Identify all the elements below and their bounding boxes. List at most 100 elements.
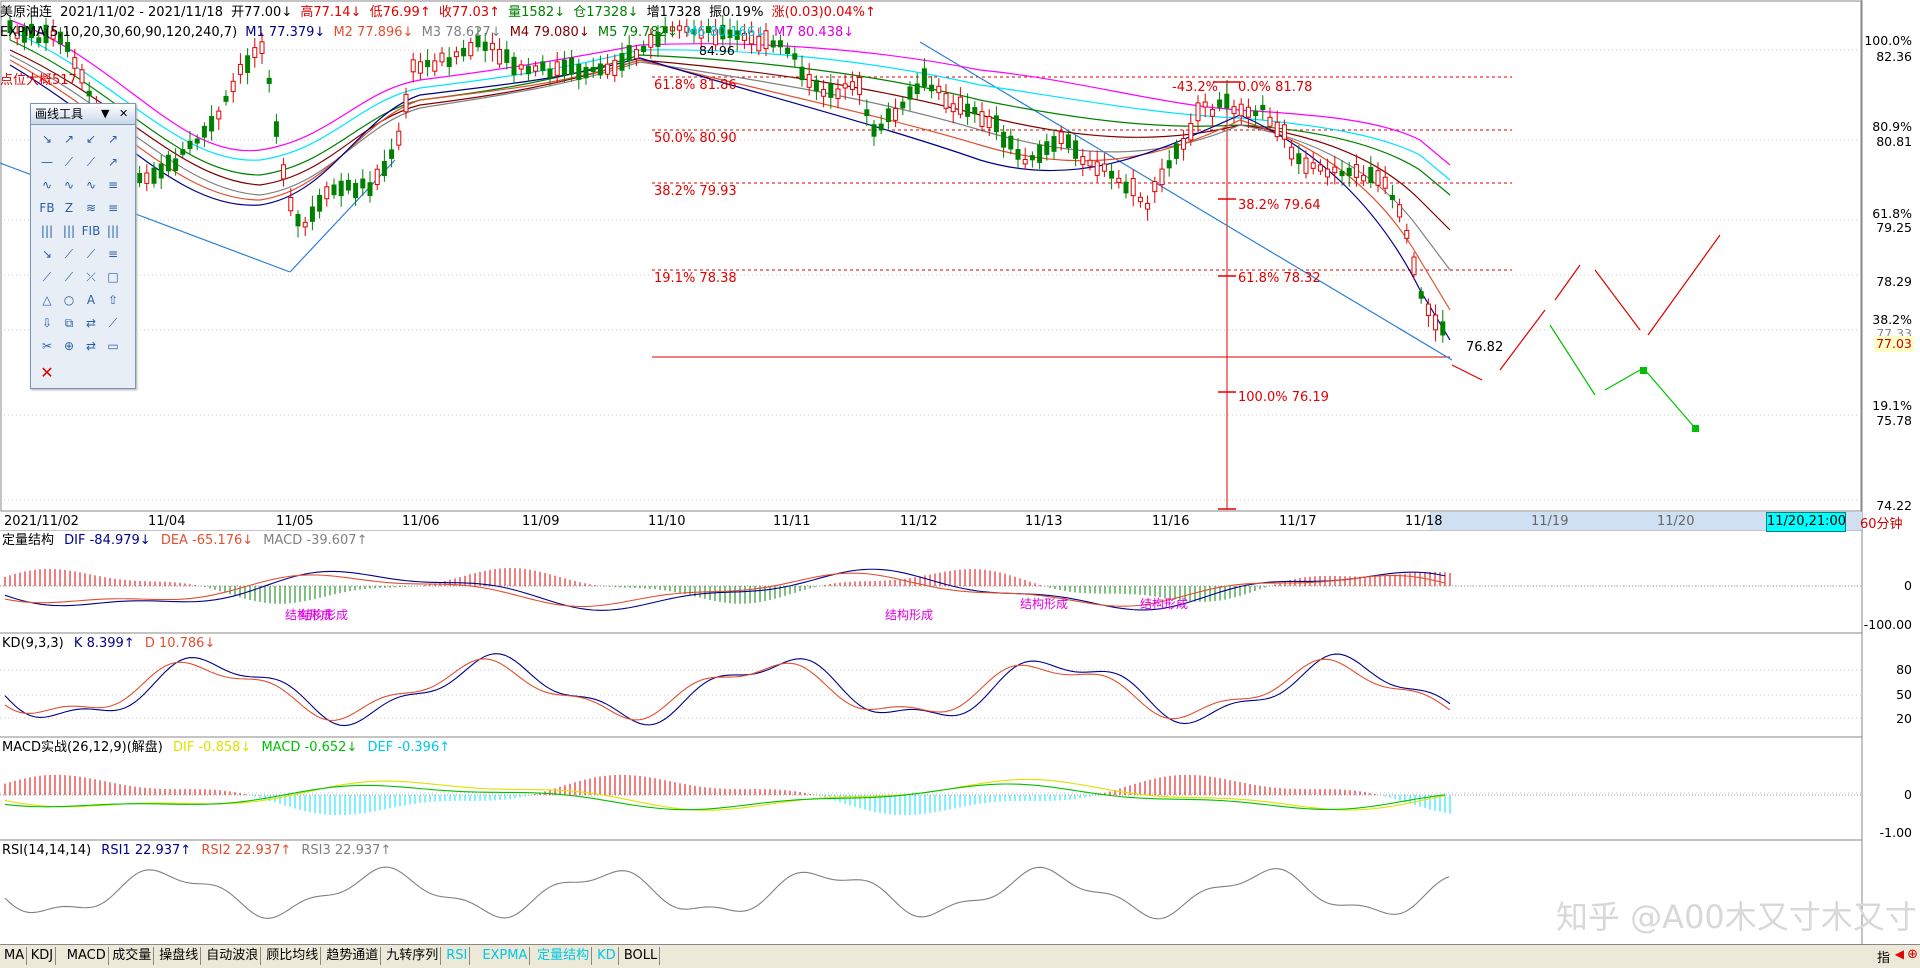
candle-body: [345, 179, 351, 191]
candle-body: [1346, 167, 1352, 177]
candle-body: [223, 95, 229, 102]
drawing-tool-3-icon[interactable]: ↗: [103, 129, 123, 149]
indicator-tab-5[interactable]: 自动波浪: [204, 947, 262, 965]
drawing-tool-21-icon[interactable]: ⟋: [59, 244, 79, 264]
drawing-tool-16-icon[interactable]: |||: [37, 221, 57, 241]
drawing-tool-25-icon[interactable]: ⟋: [59, 267, 79, 287]
xaxis-date-1: 11/04: [148, 514, 186, 529]
drawing-tool-38-icon[interactable]: ⇄: [81, 336, 101, 356]
drawing-tool-33-icon[interactable]: ⧉: [59, 313, 79, 333]
indicator-tab-7[interactable]: 趋势通道: [324, 947, 382, 965]
drawing-tool-9-icon[interactable]: ∿: [59, 175, 79, 195]
candle-body: [900, 101, 906, 109]
candle-body: [360, 178, 366, 189]
drawing-tool-6-icon[interactable]: ⟋: [81, 152, 101, 172]
candle-body: [1051, 136, 1057, 152]
indicator-tab-9[interactable]: RSI: [444, 947, 471, 965]
candle-body: [1044, 141, 1050, 155]
drawing-tool-24-icon[interactable]: ⟋: [37, 267, 57, 287]
expma-m7: M7 80.438↓: [774, 25, 855, 40]
drawing-tool-35-icon[interactable]: ⟋: [103, 313, 123, 333]
drawing-tool-7-icon[interactable]: ↗: [103, 152, 123, 172]
candle-body: [936, 85, 942, 94]
drawing-tool-8-icon[interactable]: ∿: [37, 175, 57, 195]
candle-body: [439, 52, 445, 63]
toolbox-close-icon[interactable]: ✕: [119, 104, 128, 124]
drawing-tool-27-icon[interactable]: □: [103, 267, 123, 287]
toolbox-dropdown-icon[interactable]: ▼: [101, 104, 109, 124]
chart-canvas[interactable]: 结构形成结构形成 结构形成结构形成 结构形成: [0, 0, 1920, 967]
drawing-tool-22-icon[interactable]: ⟋: [81, 244, 101, 264]
quote-header: 美原油连 2021/11/02 - 2021/11/18 开77.00↓ 高77…: [0, 4, 880, 21]
drawing-tool-37-icon[interactable]: ⊕: [59, 336, 79, 356]
drawing-tool-11-icon[interactable]: ≡: [103, 175, 123, 195]
drawing-tool-18-icon[interactable]: FIB: [81, 221, 101, 241]
structure-name: 定量结构: [2, 533, 55, 548]
kd-panel-title: KD(9,3,3) K 8.399↑ D 10.786↓: [2, 636, 221, 652]
indicator-tab-13[interactable]: BOLL: [622, 947, 661, 965]
drawing-tool-29-icon[interactable]: ○: [59, 290, 79, 310]
drawing-tool-10-icon[interactable]: ∿: [81, 175, 101, 195]
drawing-tool-31-icon[interactable]: ⇧: [103, 290, 123, 310]
indicator-tab-2[interactable]: MACD: [65, 947, 109, 965]
indicator-tab-3[interactable]: 成交量: [110, 947, 155, 965]
candle-body: [777, 40, 783, 48]
scroll-left-icon[interactable]: ◀: [1895, 947, 1904, 961]
bottom-right-label[interactable]: 指: [1877, 947, 1890, 966]
drawing-tool-23-icon[interactable]: ≡: [103, 244, 123, 264]
drawing-tool-14-icon[interactable]: ≋: [81, 198, 101, 218]
indicator-tab-12[interactable]: KD: [595, 947, 619, 965]
drawing-tool-17-icon[interactable]: |||: [59, 221, 79, 241]
drawing-tool-39-icon[interactable]: ▭: [103, 336, 123, 356]
drawing-tool-5-icon[interactable]: ⟋: [59, 152, 79, 172]
candle-body: [1037, 144, 1043, 163]
oi-value: 仓17328↓: [573, 5, 639, 20]
delete-drawings-icon[interactable]: ✕: [37, 363, 57, 383]
drawing-tool-4-icon[interactable]: —: [37, 152, 57, 172]
macd2-macd-line: [4, 783, 1446, 811]
drawing-tool-26-icon[interactable]: ⤫: [81, 267, 101, 287]
candle-body: [1137, 196, 1143, 203]
drawing-tool-12-icon[interactable]: FB: [37, 198, 57, 218]
candle-body: [259, 41, 265, 54]
zoom-icon[interactable]: ⊕: [1907, 947, 1918, 962]
drawing-tool-28-icon[interactable]: △: [37, 290, 57, 310]
pct-382: 38.2%: [1872, 312, 1912, 327]
candle-body: [237, 63, 243, 75]
candle-body: [561, 59, 567, 76]
indicator-tab-10[interactable]: EXPMA: [480, 947, 531, 965]
drawing-tool-30-icon[interactable]: A: [81, 290, 101, 310]
indicator-tab-4[interactable]: 操盘线: [157, 947, 202, 965]
drawing-tool-0-icon[interactable]: ↘: [37, 129, 57, 149]
fib-right-000: 0.0% 81.78: [1238, 80, 1313, 95]
drawing-tool-1-icon[interactable]: ↗: [59, 129, 79, 149]
fib-right-382: 38.2% 79.64: [1238, 198, 1321, 213]
drawing-toolbox[interactable]: 画线工具 ▼ ✕ ↘ ↗ ↙ ↗ — ⟋ ⟋ ↗ ∿ ∿ ∿ ≡ FB Z ≋ ≡ ||| ||| FIB ||| ↘ ⟋…: [30, 103, 136, 389]
drawing-tool-15-icon[interactable]: ≡: [103, 198, 123, 218]
drawing-tool-19-icon[interactable]: |||: [103, 221, 123, 241]
indicator-tab-8[interactable]: 九转序列: [384, 947, 442, 965]
drawing-tool-13-icon[interactable]: Z: [59, 198, 79, 218]
price-74-22: 74.22: [1876, 498, 1912, 513]
candle-body: [65, 42, 71, 52]
indicator-tab-1[interactable]: KDJ: [29, 947, 57, 965]
drawing-tool-36-icon[interactable]: ✂: [37, 336, 57, 356]
indicator-tab-6[interactable]: 顾比均线: [264, 947, 322, 965]
candle-body: [1425, 303, 1431, 316]
drawing-tool-2-icon[interactable]: ↙: [81, 129, 101, 149]
indicator-tab-0[interactable]: MA: [2, 947, 28, 965]
candle-body: [547, 68, 553, 78]
candle-body: [1159, 168, 1165, 186]
candle-body: [1339, 170, 1345, 177]
toolbox-grid: ↘ ↗ ↙ ↗ — ⟋ ⟋ ↗ ∿ ∿ ∿ ≡ FB Z ≋ ≡ ||| ||| FIB ||| ↘ ⟋ ⟋ ≡ ⟋ ⟋ ⤫ □ △ ○ A…: [31, 125, 135, 363]
candle-body: [187, 140, 193, 150]
indicator-tab-11[interactable]: 定量结构: [535, 947, 593, 965]
period-selector[interactable]: 60分钟: [1860, 513, 1903, 532]
drawing-tool-34-icon[interactable]: ⇄: [81, 313, 101, 333]
candle-body: [1015, 148, 1021, 160]
drawing-tool-20-icon[interactable]: ↘: [37, 244, 57, 264]
drawing-tool-32-icon[interactable]: ⇩: [37, 313, 57, 333]
toolbox-titlebar[interactable]: 画线工具 ▼ ✕: [31, 104, 135, 125]
candle-body: [389, 149, 395, 159]
rsi-name: RSI(14,14,14): [2, 843, 92, 858]
